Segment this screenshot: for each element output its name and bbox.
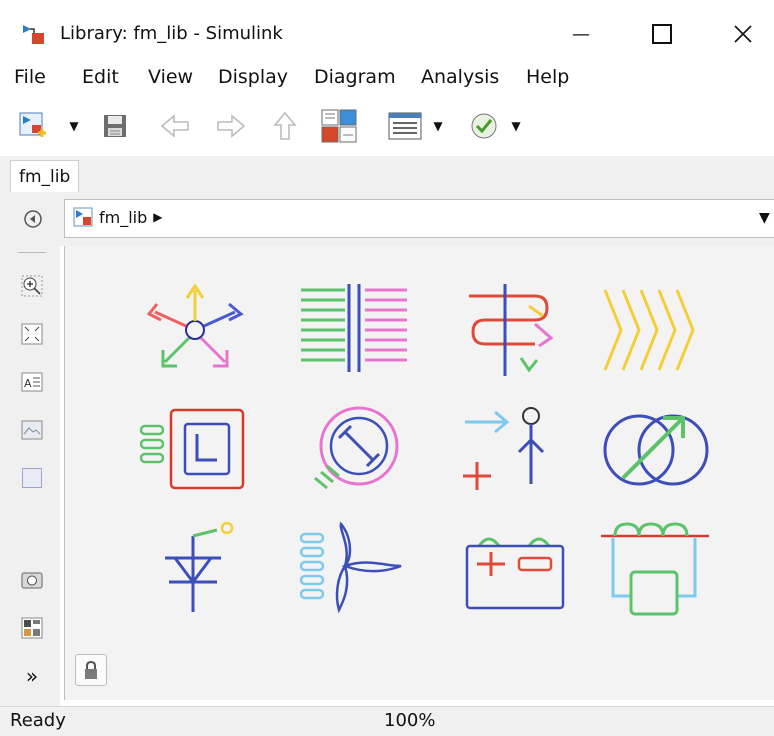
model-explorer-icon	[388, 112, 422, 140]
back-arrow-icon	[160, 114, 189, 138]
chevron-down-icon: ▼	[511, 119, 521, 133]
forward-arrow-icon	[217, 114, 246, 138]
menu-diagram[interactable]: Diagram	[314, 66, 396, 88]
new-model-button[interactable]	[18, 108, 48, 144]
close-icon	[734, 25, 752, 43]
battery-icon[interactable]	[455, 516, 575, 626]
menu-analysis[interactable]: Analysis	[421, 66, 499, 88]
new-model-dropdown[interactable]: ▼	[66, 108, 82, 144]
status-bar: Ready 100%	[0, 706, 774, 736]
library-model-icon	[73, 207, 93, 227]
heat-exchanger-icon[interactable]	[295, 276, 415, 386]
forward-button[interactable]	[214, 108, 248, 144]
save-button[interactable]	[100, 108, 130, 144]
chevron-down-icon: ▼	[433, 119, 443, 133]
breadcrumb-label: fm_lib	[99, 207, 148, 227]
maximize-button[interactable]	[637, 14, 687, 54]
minimize-icon: —	[572, 23, 590, 45]
maximize-icon	[652, 24, 672, 44]
menu-edit[interactable]: Edit	[82, 66, 119, 88]
lock-library-button[interactable]	[75, 654, 107, 686]
area-icon	[22, 468, 42, 488]
library-browser-button[interactable]	[320, 108, 358, 144]
svg-text:A: A	[24, 377, 32, 390]
zoom-in-icon	[21, 275, 43, 297]
hide-browser-icon[interactable]	[22, 208, 44, 230]
expand-icon: »	[25, 664, 39, 688]
expand-toolbar-button[interactable]: »	[20, 664, 44, 688]
model-explorer-button[interactable]	[388, 108, 422, 144]
tower-icon[interactable]	[135, 516, 255, 626]
menu-help[interactable]: Help	[526, 66, 569, 88]
fluid-source-icon[interactable]	[455, 396, 575, 506]
zoom-in-button[interactable]	[20, 274, 44, 298]
title-bar: Library: fm_lib - Simulink —	[0, 0, 774, 58]
canvas-toolbar: A »	[0, 246, 60, 706]
new-model-icon	[19, 112, 46, 137]
status-text: Ready	[10, 710, 66, 731]
window-title: Library: fm_lib - Simulink	[60, 23, 283, 44]
simulink-app-icon	[23, 25, 44, 44]
wind-turbine-icon[interactable]	[295, 516, 415, 626]
image-annotation-icon	[21, 420, 43, 440]
breadcrumb[interactable]: fm_lib ▶	[73, 207, 163, 227]
address-row: fm_lib ▶ ▼	[0, 192, 774, 246]
library-canvas[interactable]	[64, 246, 774, 700]
back-button[interactable]	[158, 108, 192, 144]
heater-coil-icon[interactable]	[597, 276, 717, 386]
area-button[interactable]	[20, 466, 44, 490]
toolbar: ▼ ▼ ▼	[0, 98, 774, 156]
transformer-load-icon[interactable]	[597, 516, 717, 626]
screenshot-button[interactable]	[20, 568, 44, 592]
tab-label: fm_lib	[19, 166, 71, 187]
three-phase-machine-icon[interactable]	[135, 276, 255, 386]
check-icon	[471, 113, 497, 139]
menu-file[interactable]: File	[14, 66, 46, 88]
property-inspector-button[interactable]	[20, 616, 44, 640]
fit-view-icon	[21, 323, 43, 345]
minimize-button[interactable]: —	[556, 14, 606, 54]
breadcrumb-arrow-icon: ▶	[153, 210, 163, 224]
sensor-flow-icon[interactable]	[455, 276, 575, 386]
lock-icon	[85, 660, 97, 679]
chevron-down-icon: ▼	[69, 119, 79, 133]
library-browser-icon	[321, 109, 357, 143]
annotation-button[interactable]: A	[20, 370, 44, 394]
tab-fm-lib[interactable]: fm_lib	[10, 160, 80, 192]
up-button[interactable]	[268, 108, 302, 144]
image-button[interactable]	[20, 418, 44, 442]
model-explorer-dropdown[interactable]: ▼	[430, 108, 446, 144]
screenshot-icon	[21, 572, 43, 589]
save-icon	[104, 115, 126, 137]
tab-bar: fm_lib	[0, 156, 774, 193]
address-dropdown-icon[interactable]: ▼	[759, 211, 773, 225]
close-button[interactable]	[718, 14, 768, 54]
menu-display[interactable]: Display	[218, 66, 288, 88]
menu-bar: File Edit View Display Diagram Analysis …	[0, 58, 774, 98]
divider	[18, 252, 46, 253]
up-arrow-icon	[273, 111, 297, 140]
rotor-disk-icon[interactable]	[295, 396, 415, 506]
l-inductor-icon[interactable]	[135, 396, 255, 506]
model-advisor-button[interactable]	[468, 108, 500, 144]
zoom-level: 100%	[384, 710, 436, 731]
model-advisor-dropdown[interactable]: ▼	[508, 108, 524, 144]
property-inspector-icon	[21, 617, 43, 639]
text-annotation-icon: A	[21, 372, 43, 392]
address-bar[interactable]: fm_lib ▶ ▼	[64, 199, 774, 238]
ring-motor-icon[interactable]	[597, 396, 717, 506]
fit-view-button[interactable]	[20, 322, 44, 346]
menu-view[interactable]: View	[148, 66, 193, 88]
